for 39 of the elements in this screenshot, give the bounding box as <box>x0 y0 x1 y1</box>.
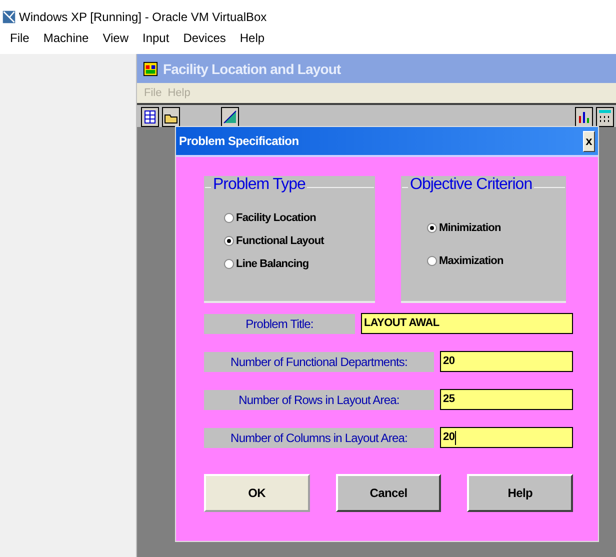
table-icon[interactable] <box>596 107 614 127</box>
menu-item[interactable]: Devices <box>183 31 226 45</box>
menu-item[interactable]: File <box>10 31 30 45</box>
field-label: Problem Title: <box>204 314 355 334</box>
folder-icon[interactable] <box>162 107 180 127</box>
menu-item[interactable]: View <box>102 31 128 45</box>
window-title: Facility Location and Layout <box>163 60 341 76</box>
bar-chart-icon[interactable] <box>575 107 593 127</box>
radio-label: Facility Location <box>236 212 316 224</box>
radio-button[interactable] <box>224 213 234 223</box>
chart-icon[interactable] <box>221 107 239 127</box>
dialog-title: Problem Specification <box>179 134 299 148</box>
group-title: Objective Criterion <box>408 176 534 194</box>
dialog-button[interactable]: Help <box>467 474 574 512</box>
input-field[interactable]: 25 <box>440 389 573 410</box>
radio-label: Line Balancing <box>236 258 309 270</box>
radio-label: Minimization <box>439 222 501 234</box>
input-field[interactable]: 20 <box>440 351 573 372</box>
menu-item[interactable]: Input <box>142 31 170 45</box>
radio-button[interactable] <box>224 236 234 246</box>
field-label: Number of Functional Departments: <box>204 352 434 372</box>
group-title: Problem Type <box>211 176 308 194</box>
radio-button[interactable] <box>224 259 234 269</box>
grid-icon[interactable] <box>141 107 159 127</box>
app-icon <box>143 60 158 76</box>
close-button[interactable]: x <box>583 130 595 152</box>
radio-button[interactable] <box>427 256 437 266</box>
radio-label: Maximization <box>439 255 504 267</box>
input-field[interactable]: LAYOUT AWAL <box>361 313 573 334</box>
dialog-button[interactable]: Cancel <box>336 474 442 512</box>
menu-item[interactable]: Help <box>240 31 265 45</box>
field-label: Number of Rows in Layout Area: <box>204 390 434 410</box>
window-title: Windows XP [Running] - Oracle VM VirtualBox <box>19 10 267 24</box>
radio-button[interactable] <box>427 223 437 233</box>
field-label: Number of Columns in Layout Area: <box>204 428 434 448</box>
dialog-button[interactable]: OK <box>204 474 310 512</box>
radio-label: Functional Layout <box>236 235 324 247</box>
input-field[interactable]: 20 <box>440 427 573 448</box>
menu-item[interactable]: Machine <box>43 31 89 45</box>
